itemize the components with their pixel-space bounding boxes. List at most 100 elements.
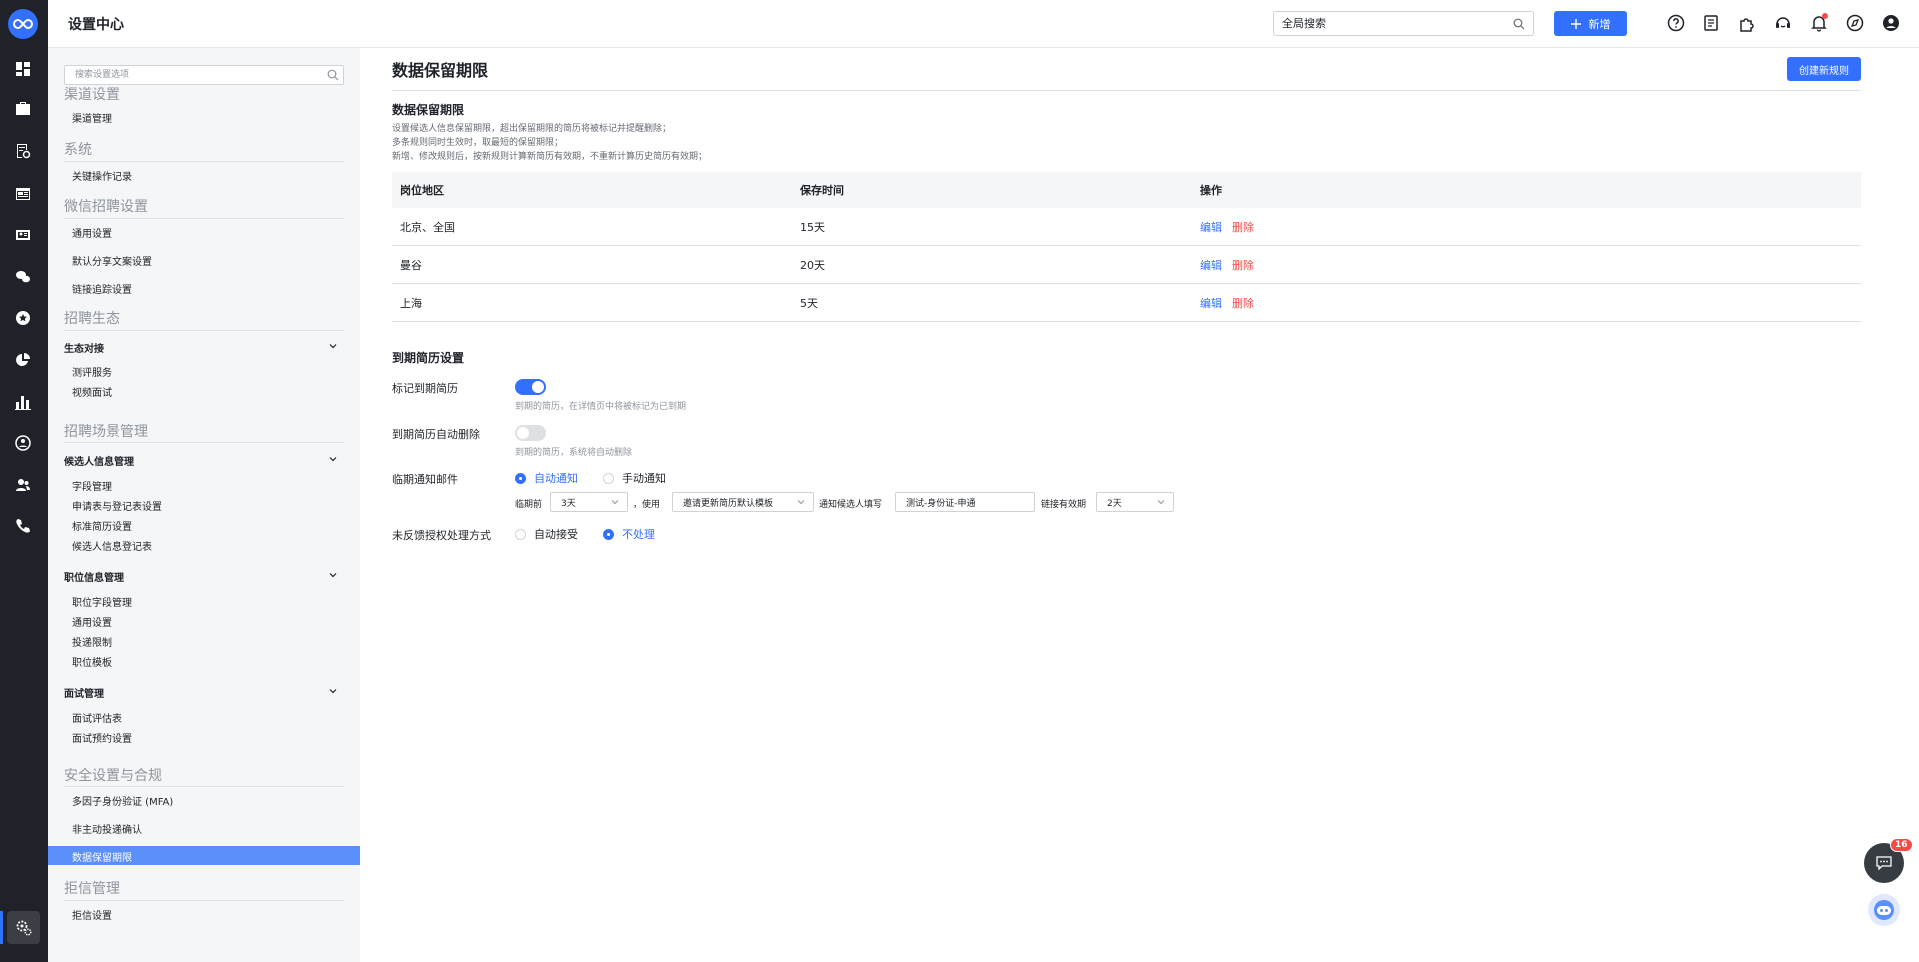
report-icon[interactable] — [12, 183, 34, 205]
sidebar-item-link-tracking[interactable]: 链接追踪设置 — [72, 281, 132, 296]
radio-label: 手动通知 — [622, 472, 666, 485]
page-header-title: 设置中心 — [68, 17, 124, 33]
toggle-knob — [532, 381, 544, 393]
link-valid-label: 链接有效期 — [1041, 500, 1087, 510]
compass-icon[interactable] — [1844, 12, 1866, 34]
mark-expired-toggle[interactable] — [515, 379, 546, 395]
wechat-icon[interactable] — [12, 266, 34, 288]
search-icon — [1513, 18, 1525, 30]
sidebar-item-interview-booking[interactable]: 面试预约设置 — [72, 730, 132, 745]
auto-delete-label: 到期简历自动删除 — [392, 428, 480, 441]
global-search[interactable] — [1273, 11, 1534, 36]
edit-link[interactable]: 编辑 — [1200, 221, 1222, 234]
delete-link[interactable]: 删除 — [1232, 259, 1254, 272]
briefcase-icon[interactable] — [12, 98, 34, 120]
dashboard-icon[interactable] — [12, 58, 34, 80]
notify-template-select[interactable]: 邀请更新简历默认模板 — [672, 492, 814, 512]
help-icon[interactable] — [1665, 12, 1687, 34]
sidebar-item-video-interview[interactable]: 视频面试 — [72, 384, 112, 399]
settings-icon[interactable] — [0, 911, 40, 944]
chevron-down-icon — [611, 500, 619, 505]
phone-icon[interactable] — [12, 515, 34, 537]
new-button[interactable]: 新增 — [1554, 11, 1627, 36]
bell-icon[interactable] — [1808, 12, 1830, 34]
description-line-1: 设置候选人信息保留期限，超出保留期限的简历将被标记并提醒删除； — [392, 124, 672, 134]
sidebar-item-share-text[interactable]: 默认分享文案设置 — [72, 253, 152, 268]
delete-link[interactable]: 删除 — [1232, 221, 1254, 234]
sidebar-item-key-ops[interactable]: 关键操作记录 — [72, 168, 132, 183]
sidebar-item-field-manage[interactable]: 字段管理 — [72, 478, 112, 493]
pie-chart-icon[interactable] — [12, 349, 34, 371]
chevron-down-icon — [329, 689, 337, 694]
sidebar-item-data-retention[interactable]: 数据保留期限 — [48, 846, 360, 865]
feedback-accept-radio[interactable]: 自动接受 — [515, 526, 578, 542]
sidebar-item-reject-settings[interactable]: 拒信设置 — [72, 907, 112, 922]
link-valid-select[interactable]: 2天 — [1096, 492, 1174, 512]
cell-actions: 编辑 删除 — [1200, 219, 1254, 235]
sidebar-item-job-template[interactable]: 职位模板 — [72, 654, 112, 669]
notify-form-input[interactable]: 测试-身份证-申通 — [895, 492, 1035, 512]
account-icon[interactable] — [12, 432, 34, 454]
support-icon[interactable] — [1772, 12, 1794, 34]
sidebar-sub-eco-connect[interactable]: 生态对接 — [64, 340, 344, 355]
bar-chart-icon[interactable] — [12, 391, 34, 413]
notify-auto-radio[interactable]: 自动通知 — [515, 470, 578, 486]
delete-link[interactable]: 删除 — [1232, 297, 1254, 310]
resume-icon[interactable] — [12, 140, 34, 162]
sidebar-item-job-general[interactable]: 通用设置 — [72, 614, 112, 629]
sidebar-sub-label: 面试管理 — [64, 689, 104, 700]
sidebar-item-application-form[interactable]: 申请表与登记表设置 — [72, 498, 162, 513]
sidebar-sub-interview[interactable]: 面试管理 — [64, 685, 344, 700]
global-search-input[interactable] — [1274, 12, 1494, 35]
ai-assistant-button[interactable] — [1868, 894, 1900, 926]
notify-manual-radio[interactable]: 手动通知 — [603, 470, 666, 486]
sidebar-sub-job[interactable]: 职位信息管理 — [64, 569, 344, 584]
table-row: 上海 5天 编辑 删除 — [392, 284, 1861, 322]
document-icon[interactable] — [1700, 12, 1722, 34]
edit-link[interactable]: 编辑 — [1200, 297, 1222, 310]
auto-delete-toggle[interactable] — [515, 425, 546, 441]
sidebar-sub-candidate[interactable]: 候选人信息管理 — [64, 453, 344, 468]
sidebar-item-apply-limit[interactable]: 投递限制 — [72, 634, 112, 649]
chevron-down-icon — [329, 573, 337, 578]
notify-before-select[interactable]: 3天 — [550, 492, 628, 512]
description-line-3: 新增、修改规则后，按新规则计算新简历有效期，不重新计算历史简历有效期； — [392, 152, 708, 162]
sidebar-item-mfa[interactable]: 多因子身份验证 (MFA) — [72, 793, 173, 808]
edit-link[interactable]: 编辑 — [1200, 259, 1222, 272]
sidebar-item-job-fields[interactable]: 职位字段管理 — [72, 594, 132, 609]
infinity-icon — [13, 18, 33, 30]
sidebar-item-wechat-general[interactable]: 通用设置 — [72, 225, 112, 240]
sidebar-item-interview-eval[interactable]: 面试评估表 — [72, 710, 122, 725]
settings-search[interactable] — [64, 65, 344, 85]
badge-icon[interactable] — [12, 307, 34, 329]
divider — [64, 900, 344, 901]
robot-icon — [1874, 900, 1894, 920]
feedback-skip-radio[interactable]: 不处理 — [603, 526, 655, 542]
select-value: 3天 — [561, 498, 576, 509]
divider — [64, 442, 344, 443]
app-logo[interactable] — [8, 9, 38, 39]
settings-search-input[interactable] — [65, 66, 305, 84]
radio-label: 不处理 — [622, 528, 655, 541]
section-retention-title: 数据保留期限 — [392, 103, 465, 117]
plugin-icon[interactable] — [1736, 12, 1758, 34]
users-icon[interactable] — [12, 474, 34, 496]
cell-region: 北京、全国 — [400, 220, 455, 234]
id-card-icon[interactable] — [12, 224, 34, 246]
create-rule-button[interactable]: 创建新规则 — [1787, 57, 1861, 81]
group-reject-title: 拒信管理 — [64, 881, 120, 897]
user-avatar-icon[interactable] — [1880, 12, 1902, 34]
column-header-actions: 操作 — [1200, 184, 1222, 197]
group-wechat-title: 微信招聘设置 — [64, 199, 148, 215]
sidebar-item-assessment[interactable]: 测评服务 — [72, 364, 112, 379]
auto-delete-hint: 到期的简历，系统将自动删除 — [515, 448, 633, 458]
sidebar-item-non-active-confirm[interactable]: 非主动投递确认 — [72, 821, 142, 836]
top-header: 设置中心 新增 — [48, 0, 1919, 48]
divider — [64, 218, 344, 219]
sidebar-item-channel-manage[interactable]: 渠道管理 — [72, 110, 112, 125]
sidebar-item-standard-resume[interactable]: 标准简历设置 — [72, 518, 132, 533]
sidebar-item-candidate-register[interactable]: 候选人信息登记表 — [72, 538, 152, 553]
new-button-label: 新增 — [1588, 17, 1611, 31]
radio-label: 自动接受 — [534, 528, 578, 541]
radio-label: 自动通知 — [534, 472, 578, 485]
